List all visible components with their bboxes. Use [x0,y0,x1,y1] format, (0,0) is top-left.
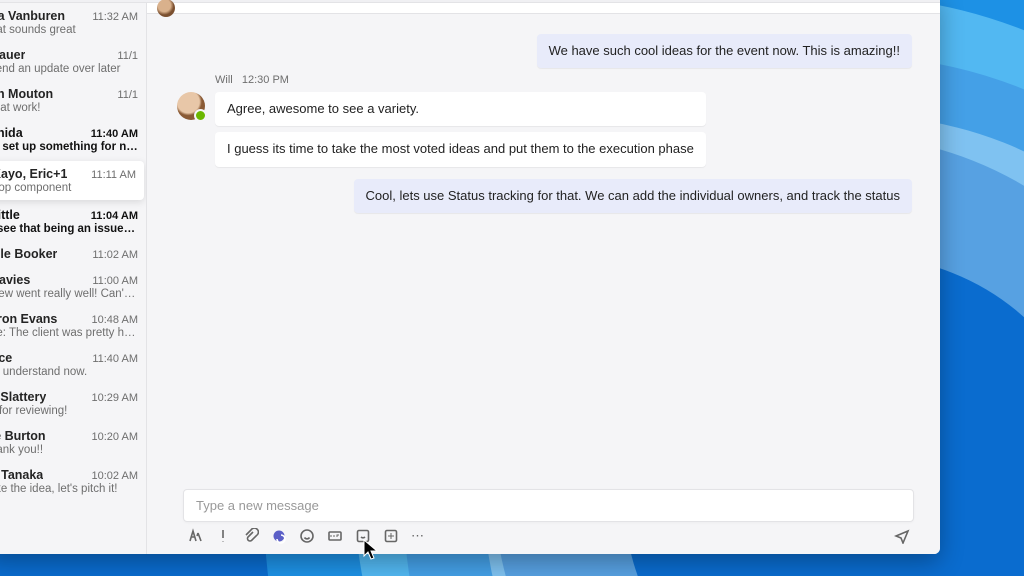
chat-item-time: 10:20 AM [92,431,138,443]
presence-indicator [194,109,207,122]
chat-item-preview: 'll set up something for next week to… [0,141,138,153]
chat-list-item[interactable]: shida 11:40 AM'll set up something for ne… [0,120,146,159]
chat-item-time: 10:29 AM [92,392,138,404]
attach-icon[interactable] [243,528,259,544]
chat-item-time: 11:11 AM [91,169,136,181]
message-outgoing: Cool, lets use Status tracking for that.… [177,179,912,213]
chat-item-preview: t see that being an issue, can take t… [0,223,138,235]
chat-item-time: 10:02 AM [92,470,138,482]
chat-item-preview: view went really well! Can't wait to… [0,288,138,300]
send-icon[interactable] [894,528,910,544]
message-bubble[interactable]: I guess its time to take the most voted … [215,132,706,166]
teams-window: ua Vanburen 11:32 AMhat sounds great Bauer… [0,0,940,554]
chat-item-time: 11:00 AM [92,275,138,287]
chat-list-item[interactable]: Davies 11:00 AMview went really well! Can… [0,267,146,306]
chat-list-item[interactable]: o Tanaka 10:02 AMlike the idea, let's pit… [0,462,146,501]
chat-item-preview: : I understand now. [0,366,138,378]
chat-item-time: 10:48 AM [92,314,138,326]
format-icon[interactable] [187,528,203,544]
chat-item-preview: tte: The client was pretty happy with… [0,327,138,339]
chat-header [147,3,940,14]
message-group: Will 12:30 PM Agree, awesome to see a va… [177,74,912,166]
message-input[interactable]: Type a new message [183,489,914,522]
chat-item-preview: hat sounds great [0,24,138,36]
chat-list[interactable]: ua Vanburen 11:32 AMhat sounds great Bauer… [0,3,147,554]
chat-panel: We have such cool ideas for the event no… [147,3,940,554]
chat-item-time: 11/1 [117,89,138,101]
compose-toolbar: ⋯ [183,522,914,544]
sender-name: Will [215,74,233,86]
avatar[interactable] [177,92,205,120]
loop-icon[interactable] [271,528,287,544]
chat-item-name: s Slattery [0,390,46,404]
message-meta: Will 12:30 PM [215,74,912,86]
chat-item-preview: send an update over later [0,63,138,75]
chat-item-name: en Mouton [0,87,53,101]
chat-list-item[interactable]: te Burton 10:20 AMhank you!! [0,423,146,462]
priority-icon[interactable] [215,528,231,544]
chat-list-item[interactable]: ua Vanburen 11:32 AMhat sounds great [0,3,146,42]
chat-list-item[interactable]: rice 11:40 AM: I understand now. [0,345,146,384]
chat-item-preview: hank you!! [0,444,138,456]
sticker-icon[interactable] [355,528,371,544]
chat-item-preview: reat work! [0,102,138,114]
chat-list-item[interactable]: en Mouton 11/1reat work! [0,81,146,120]
chat-item-name: o Tanaka [0,468,43,482]
chat-item-time: 11:40 AM [91,128,138,140]
message-list[interactable]: We have such cool ideas for the event no… [147,14,940,489]
more-icon[interactable]: ⋯ [411,528,425,544]
extensions-icon[interactable] [383,528,399,544]
chat-item-name: ua Vanburen [0,9,65,23]
chat-item-name: te Burton [0,429,46,443]
message-bubble[interactable]: Agree, awesome to see a variety. [215,92,706,126]
emoji-icon[interactable] [299,528,315,544]
chat-item-name: rice [0,351,12,365]
chat-item-preview: oop component [0,182,136,194]
message-bubble[interactable]: Cool, lets use Status tracking for that.… [354,179,913,213]
chat-item-name: eron Evans [0,312,57,326]
chat-list-item[interactable]: eron Evans 10:48 AMtte: The client was pr… [0,306,146,345]
chat-list-item[interactable]: s Slattery 10:29 AMs for reviewing! [0,384,146,423]
chat-item-preview: s for reviewing! [0,405,138,417]
chat-list-item[interactable]: elle Booker 11:02 AM [0,241,146,267]
chat-item-name: elle Booker [0,247,57,261]
message-incoming: Agree, awesome to see a variety. I guess… [177,92,912,166]
chat-item-name: Little [0,208,20,222]
chat-item-time: 11:40 AM [92,353,138,365]
chat-item-name: shida [0,126,23,140]
chat-list-item[interactable]: Kayo, Eric+1 11:11 AMoop component [0,161,144,200]
composer-area: Type a new message ⋯ [147,489,940,554]
chat-list-item[interactable]: Little 11:04 AMt see that being an issue,… [0,202,146,241]
chat-item-time: 11:32 AM [92,11,138,23]
chat-item-time: 11/1 [117,50,138,62]
chat-item-preview: like the idea, let's pitch it! [0,483,138,495]
chat-item-time: 11:04 AM [91,210,138,222]
window-content: ua Vanburen 11:32 AMhat sounds great Bauer… [0,3,940,554]
sender-time: 12:30 PM [242,74,289,86]
chat-item-name: Kayo, Eric+1 [0,167,67,181]
message-bubble[interactable]: We have such cool ideas for the event no… [537,34,912,68]
chat-list-item[interactable]: Bauer 11/1send an update over later [0,42,146,81]
message-outgoing: We have such cool ideas for the event no… [177,34,912,68]
chat-item-name: Davies [0,273,30,287]
gif-icon[interactable] [327,528,343,544]
chat-item-name: Bauer [0,48,25,62]
chat-item-time: 11:02 AM [92,249,138,261]
